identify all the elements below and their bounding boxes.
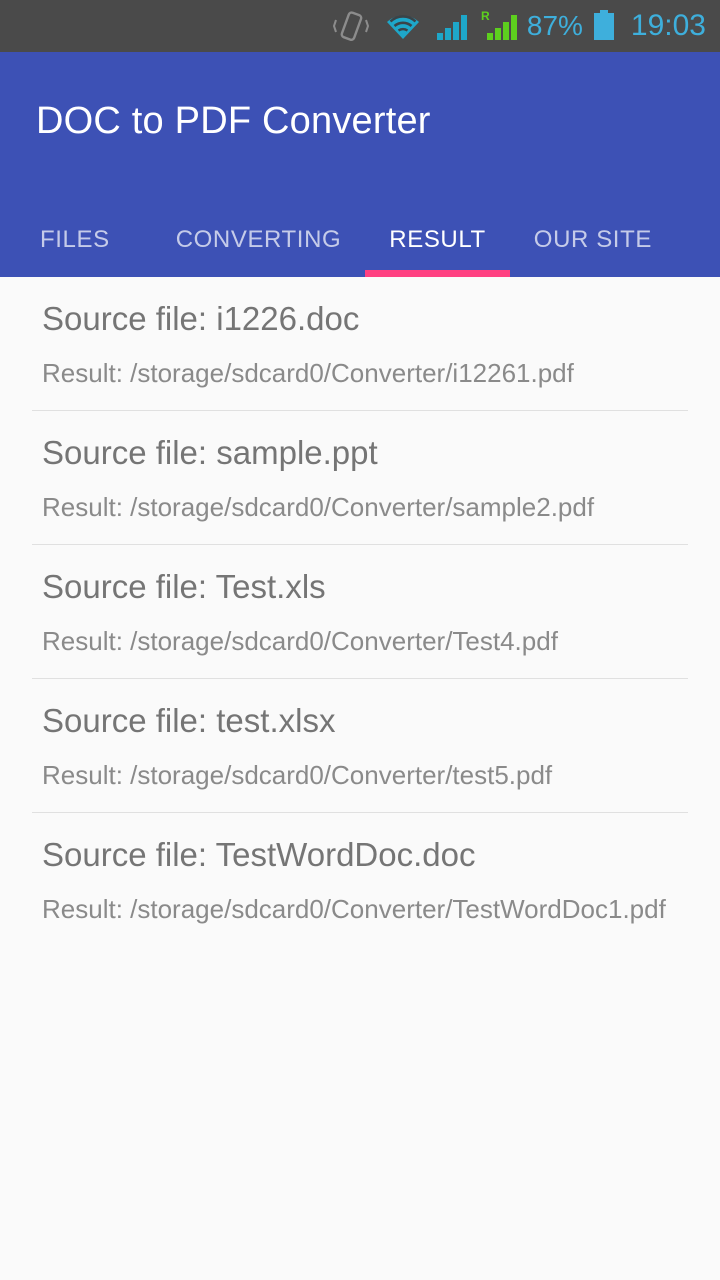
- page-title: DOC to PDF Converter: [36, 100, 431, 142]
- clock-label: 19:03: [630, 9, 706, 42]
- source-file-label: Source file: i1226.doc: [42, 300, 360, 337]
- result-path-label: Result: /storage/sdcard0/Converter/TestW…: [42, 894, 666, 925]
- tab-our-site[interactable]: OUR SITE: [510, 203, 676, 277]
- tab-our-site-label: OUR SITE: [533, 226, 652, 253]
- tab-converting-label: CONVERTING: [175, 226, 342, 253]
- tab-result-label: RESULT: [389, 226, 486, 253]
- source-file-label: Source file: sample.ppt: [42, 434, 378, 471]
- table-row[interactable]: Source file: TestWordDoc.doc Result: /st…: [0, 813, 720, 946]
- tab-active-indicator: [365, 270, 510, 277]
- source-file-label: Source file: Test.xls: [42, 568, 326, 605]
- signal-icon-sim2-roaming: R: [477, 9, 521, 43]
- source-file-label: Source file: TestWordDoc.doc: [42, 836, 476, 873]
- source-file-label: Source file: test.xlsx: [42, 702, 336, 739]
- wifi-icon: [383, 9, 423, 43]
- tab-files-label: FILES: [40, 226, 110, 253]
- battery-percent-label: 87%: [526, 10, 583, 41]
- result-path-label: Result: /storage/sdcard0/Converter/test5…: [42, 760, 553, 791]
- vibrate-icon: [331, 9, 371, 43]
- tab-files[interactable]: FILES: [0, 203, 136, 277]
- result-path-label: Result: /storage/sdcard0/Converter/Test4…: [42, 626, 558, 657]
- result-path-label: Result: /storage/sdcard0/Converter/i1226…: [42, 358, 574, 389]
- table-row[interactable]: Source file: sample.ppt Result: /storage…: [0, 411, 720, 544]
- table-row[interactable]: Source file: test.xlsx Result: /storage/…: [0, 679, 720, 812]
- roaming-label: R: [481, 9, 490, 23]
- tab-bar: FILES CONVERTING RESULT OUR SITE: [0, 203, 720, 277]
- result-list: Source file: i1226.doc Result: /storage/…: [0, 277, 720, 946]
- tab-result[interactable]: RESULT: [365, 203, 510, 277]
- result-path-label: Result: /storage/sdcard0/Converter/sampl…: [42, 492, 595, 523]
- tab-converting[interactable]: CONVERTING: [136, 203, 366, 277]
- battery-full-icon: [591, 9, 617, 43]
- signal-icon-sim1: [435, 9, 471, 43]
- table-row[interactable]: Source file: i1226.doc Result: /storage/…: [0, 277, 720, 410]
- status-bar: R 87% 19:03: [0, 0, 720, 52]
- app-bar: DOC to PDF Converter FILES CONVERTING RE…: [0, 52, 720, 277]
- table-row[interactable]: Source file: Test.xls Result: /storage/s…: [0, 545, 720, 678]
